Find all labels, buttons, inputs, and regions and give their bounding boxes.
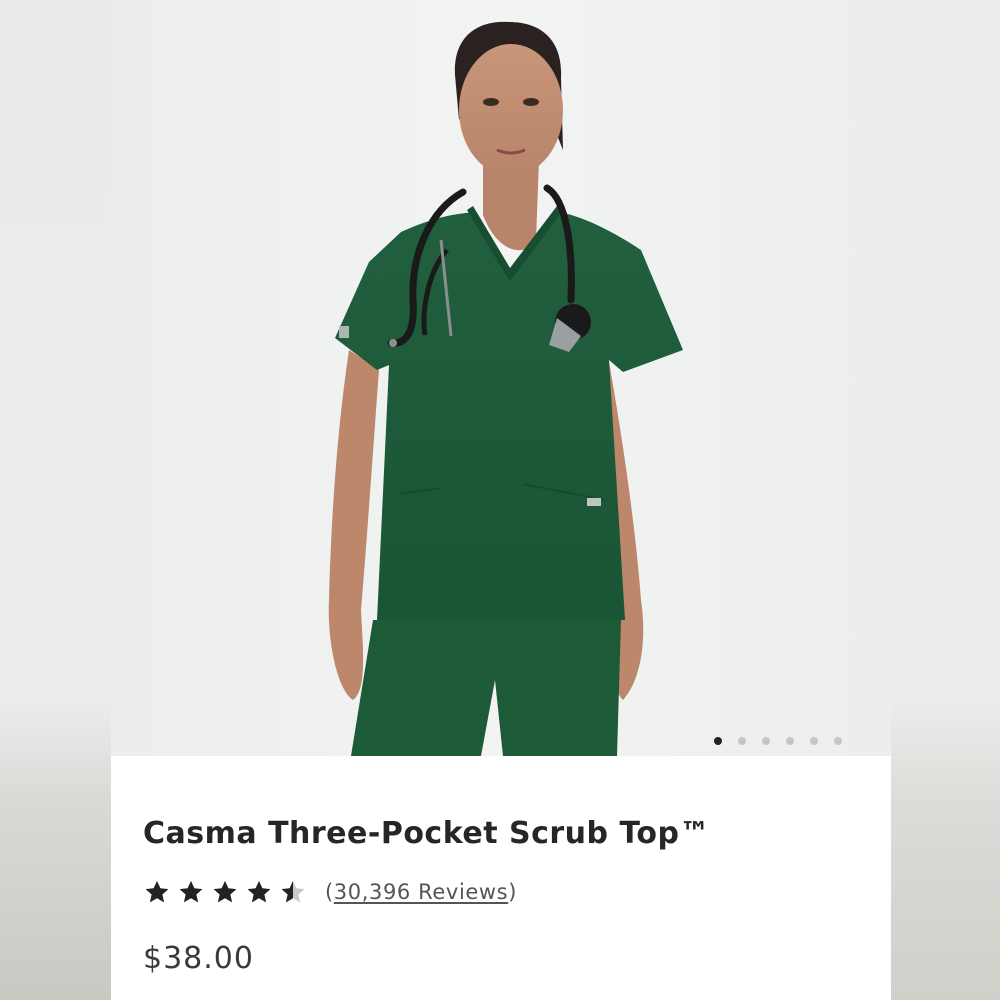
product-image-gallery[interactable] bbox=[111, 0, 891, 756]
half-star-icon bbox=[281, 880, 305, 903]
product-rating: (30,396 Reviews) bbox=[143, 878, 517, 906]
star-icon bbox=[247, 880, 271, 903]
gallery-dot-2[interactable] bbox=[738, 737, 746, 745]
review-count: 30,396 Reviews bbox=[333, 880, 509, 904]
product-title: Casma Three-Pocket Scrub Top™ bbox=[143, 816, 711, 851]
gallery-dot-6[interactable] bbox=[834, 737, 842, 745]
product-card: Casma Three-Pocket Scrub Top™ (30,396 Re… bbox=[111, 0, 891, 1000]
gallery-dot-5[interactable] bbox=[810, 737, 818, 745]
star-icon bbox=[179, 880, 203, 903]
reviews-paren-close: ) bbox=[508, 880, 518, 904]
backdrop-right bbox=[889, 0, 1000, 1000]
star-rating[interactable] bbox=[143, 878, 307, 906]
gallery-pagination bbox=[714, 737, 842, 745]
star-icon bbox=[145, 880, 169, 903]
gallery-dot-1[interactable] bbox=[714, 737, 722, 745]
gallery-dot-4[interactable] bbox=[786, 737, 794, 745]
reviews-link[interactable]: (30,396 Reviews) bbox=[325, 880, 517, 904]
product-price: $38.00 bbox=[143, 941, 254, 976]
product-photo bbox=[111, 0, 891, 756]
gallery-dot-3[interactable] bbox=[762, 737, 770, 745]
backdrop-left bbox=[0, 0, 111, 1000]
reviews-paren-open: ( bbox=[325, 880, 334, 904]
star-icon bbox=[213, 880, 237, 903]
product-info: Casma Three-Pocket Scrub Top™ (30,396 Re… bbox=[111, 756, 891, 1000]
